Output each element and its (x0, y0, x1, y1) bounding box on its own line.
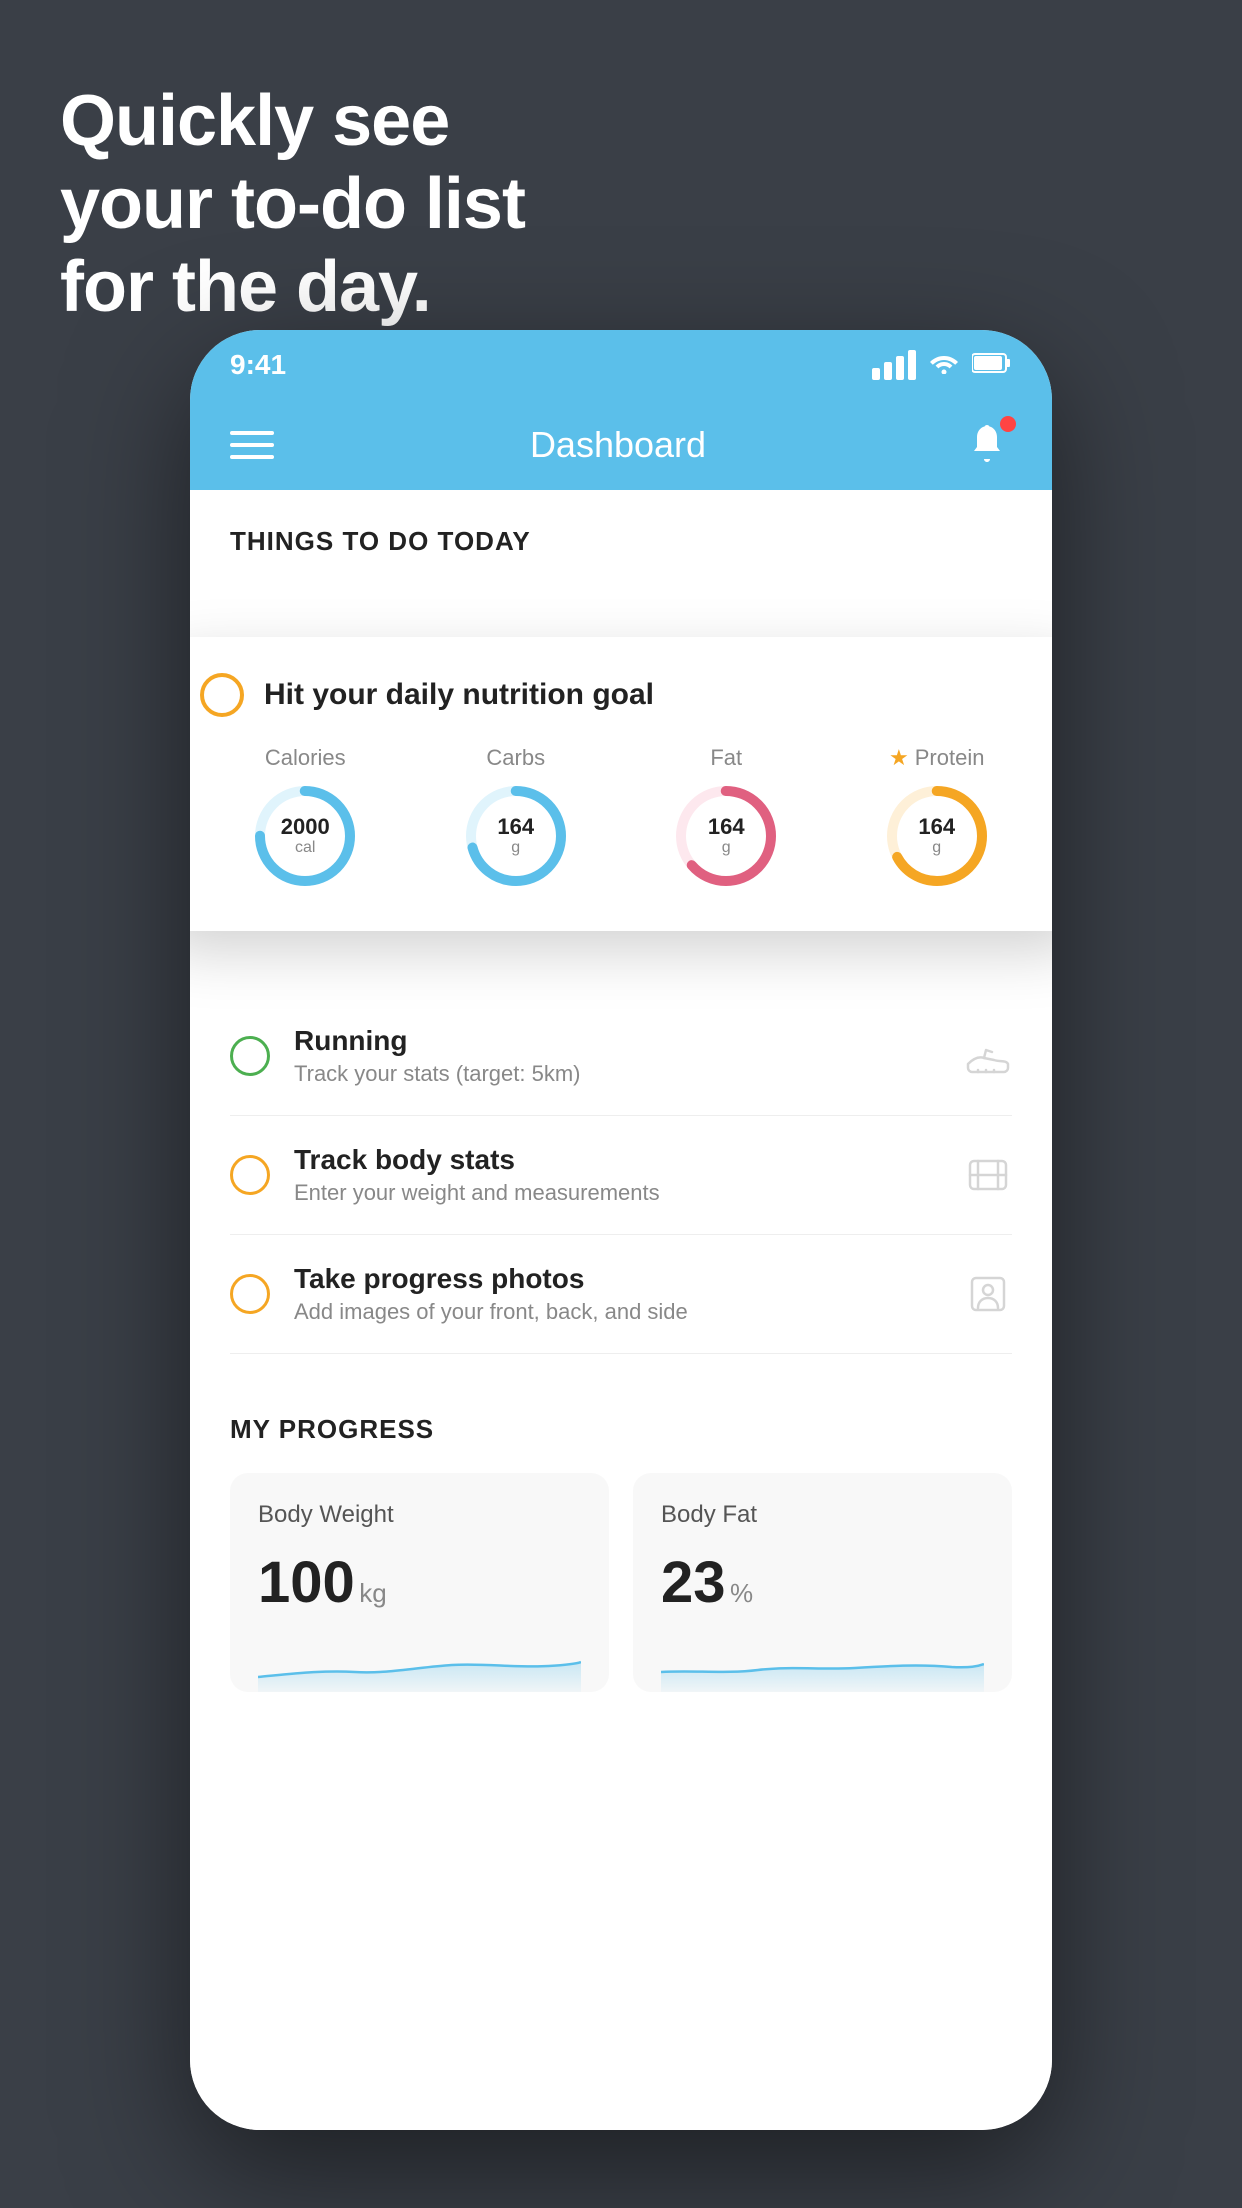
todo-item-running[interactable]: Running Track your stats (target: 5km) (230, 997, 1012, 1116)
hero-text: Quickly see your to-do list for the day. (60, 80, 525, 328)
body-weight-label: Body Weight (258, 1501, 581, 1529)
notification-dot (1000, 416, 1016, 432)
body-weight-unit: kg (359, 1578, 386, 1608)
protein-label: ★ Protein (889, 745, 984, 771)
nutrition-card-title: Hit your daily nutrition goal (264, 678, 654, 712)
bodystats-check[interactable] (230, 1155, 270, 1195)
nutrition-calories: Calories 2000 cal (250, 745, 360, 891)
hero-line2: your to-do list (60, 163, 525, 246)
photos-check[interactable] (230, 1274, 270, 1314)
status-time: 9:41 (230, 349, 286, 381)
running-title: Running (294, 1025, 940, 1057)
protein-ring: 164 g (882, 781, 992, 891)
photos-text: Take progress photos Add images of your … (294, 1263, 940, 1325)
body-weight-card: Body Weight 100 kg (230, 1473, 609, 1692)
nutrition-circles: Calories 2000 cal (200, 745, 1042, 891)
todo-list: Running Track your stats (target: 5km) (190, 997, 1052, 1354)
notification-button[interactable] (962, 420, 1012, 470)
body-weight-value-row: 100 kg (258, 1549, 581, 1616)
running-text: Running Track your stats (target: 5km) (294, 1025, 940, 1087)
nutrition-protein: ★ Protein 164 g (882, 745, 992, 891)
shoe-icon (964, 1032, 1012, 1080)
calories-ring: 2000 cal (250, 781, 360, 891)
scale-icon (964, 1151, 1012, 1199)
person-icon (964, 1270, 1012, 1318)
phone-shell: 9:41 (190, 330, 1052, 2130)
running-check[interactable] (230, 1036, 270, 1076)
nutrition-fat: Fat 164 g (671, 745, 781, 891)
star-icon: ★ (889, 745, 909, 771)
nutrition-carbs: Carbs 164 g (461, 745, 571, 891)
running-subtitle: Track your stats (target: 5km) (294, 1061, 940, 1087)
bodystats-title: Track body stats (294, 1144, 940, 1176)
fat-label: Fat (710, 745, 742, 771)
carbs-ring: 164 g (461, 781, 571, 891)
bodystats-text: Track body stats Enter your weight and m… (294, 1144, 940, 1206)
body-weight-value: 100 (258, 1550, 355, 1615)
content-area: THINGS TO DO TODAY Hit your daily nutrit… (190, 490, 1052, 2130)
hero-line1: Quickly see (60, 80, 525, 163)
body-fat-card: Body Fat 23 % (633, 1473, 1012, 1692)
photos-title: Take progress photos (294, 1263, 940, 1295)
fat-ring: 164 g (671, 781, 781, 891)
body-weight-chart (258, 1632, 581, 1692)
hero-line3: for the day. (60, 246, 525, 329)
progress-title: MY PROGRESS (230, 1414, 1012, 1445)
signal-icon (872, 350, 916, 380)
carbs-label: Carbs (486, 745, 545, 771)
calories-label: Calories (265, 745, 346, 771)
photos-subtitle: Add images of your front, back, and side (294, 1299, 940, 1325)
progress-cards: Body Weight 100 kg (230, 1473, 1012, 1692)
bodystats-subtitle: Enter your weight and measurements (294, 1180, 940, 1206)
nutrition-card: Hit your daily nutrition goal Calories 2 (190, 637, 1052, 931)
battery-icon (972, 350, 1012, 381)
body-fat-value: 23 (661, 1550, 726, 1615)
body-fat-value-row: 23 % (661, 1549, 984, 1616)
progress-section: MY PROGRESS Body Weight 100 kg (190, 1374, 1052, 1722)
todo-item-photos[interactable]: Take progress photos Add images of your … (230, 1235, 1012, 1354)
body-fat-label: Body Fat (661, 1501, 984, 1529)
status-icons (872, 350, 1012, 381)
nav-bar: Dashboard (190, 400, 1052, 490)
nav-title: Dashboard (530, 424, 706, 466)
nutrition-check-circle[interactable] (200, 673, 244, 717)
body-fat-chart (661, 1632, 984, 1692)
menu-button[interactable] (230, 431, 274, 459)
body-fat-unit: % (730, 1578, 753, 1608)
wifi-icon (928, 350, 960, 381)
things-today-header: THINGS TO DO TODAY (190, 490, 1052, 577)
todo-item-body-stats[interactable]: Track body stats Enter your weight and m… (230, 1116, 1012, 1235)
status-bar: 9:41 (190, 330, 1052, 400)
